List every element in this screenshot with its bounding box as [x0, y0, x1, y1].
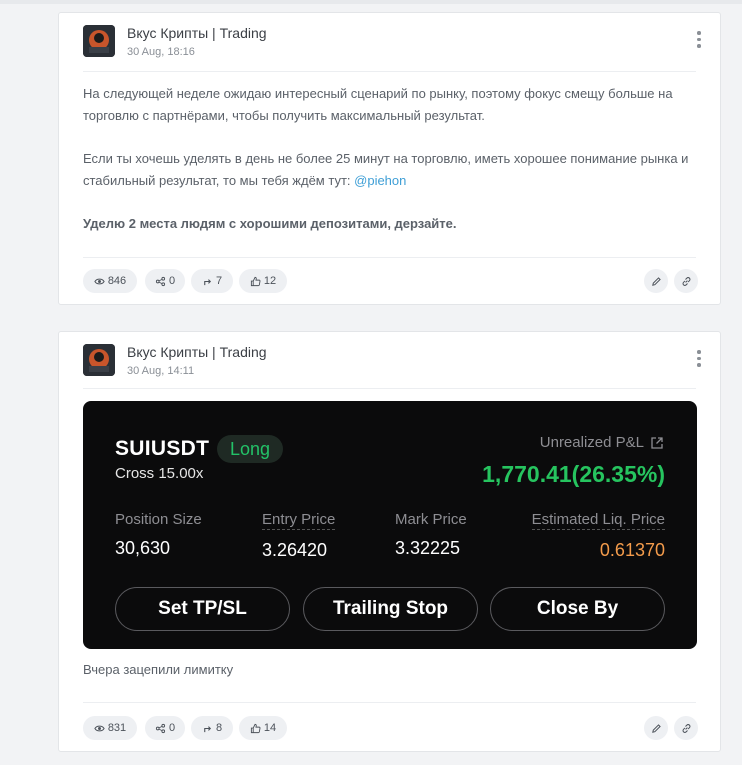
post-text: На следующей неделе ожидаю интересный сц…: [83, 83, 696, 256]
share-icon: [155, 276, 166, 286]
shares-counter[interactable]: 0: [145, 269, 185, 293]
thumbs-up-icon: [250, 723, 261, 733]
author-name[interactable]: Вкус Крипты | Trading: [127, 25, 267, 41]
post-card: Вкус Крипты | Trading 30 Aug, 14:11 SUIU…: [58, 331, 721, 752]
channel-avatar[interactable]: [83, 344, 115, 376]
post-paragraph-bold: Уделю 2 места людям с хорошими депозитам…: [83, 216, 457, 231]
pnl-label: Unrealized P&L: [539, 434, 644, 451]
post-paragraph: На следующей неделе ожидаю интересный сц…: [83, 86, 673, 123]
forward-icon: [204, 278, 211, 285]
entry-price-label: Entry Price: [262, 511, 336, 530]
divider: [83, 71, 696, 72]
trailing-stop-button[interactable]: Trailing Stop: [303, 587, 478, 631]
edit-icon: [651, 723, 661, 733]
external-link-icon: [651, 436, 663, 449]
shares-count: 0: [168, 275, 176, 287]
mention-link[interactable]: @piehon: [354, 173, 406, 188]
position-side-badge: Long: [217, 435, 284, 463]
views-count: 831: [107, 722, 127, 734]
author-name[interactable]: Вкус Крипты | Trading: [127, 344, 267, 360]
shares-counter[interactable]: 0: [145, 716, 185, 740]
copy-link-button[interactable]: [674, 269, 698, 293]
mark-price-label: Mark Price: [395, 511, 467, 528]
divider: [83, 388, 696, 389]
divider: [83, 257, 696, 258]
post-caption: Вчера зацепили лимитку: [83, 662, 234, 677]
forwards-counter[interactable]: 7: [191, 269, 233, 293]
more-vertical-icon[interactable]: [696, 350, 702, 370]
post-paragraph: Если ты хочешь уделять в день не более 2…: [83, 148, 696, 192]
views-count: 846: [107, 275, 127, 287]
post-date: 30 Aug, 14:11: [127, 365, 195, 377]
liq-price-value: 0.61370: [599, 540, 665, 560]
share-icon: [155, 723, 166, 733]
post-header: Вкус Крипты | Trading 30 Aug, 14:11: [83, 344, 720, 380]
liq-price-label: Estimated Liq. Price: [531, 511, 665, 530]
mark-price-value: 3.32225: [395, 538, 461, 558]
trade-symbol: SUIUSDT: [115, 437, 210, 460]
pnl-value: 1,770.41(26.35%): [482, 461, 665, 487]
post-footer: 846 0 7 12: [83, 269, 698, 293]
edit-button[interactable]: [644, 269, 668, 293]
post-card: Вкус Крипты | Trading 30 Aug, 18:16 На с…: [58, 12, 721, 305]
set-tp-sl-button[interactable]: Set TP/SL: [115, 587, 290, 631]
divider: [83, 702, 696, 703]
eye-icon: [94, 278, 105, 284]
forwards-counter[interactable]: 8: [191, 716, 233, 740]
post-date: 30 Aug, 18:16: [127, 46, 195, 58]
forwards-count: 8: [215, 722, 223, 734]
post-header: Вкус Крипты | Trading 30 Aug, 18:16: [83, 25, 720, 61]
entry-price-value: 3.26420: [262, 540, 328, 560]
views-counter[interactable]: 831: [83, 716, 137, 740]
position-size-label: Position Size: [115, 511, 202, 528]
margin-mode: Cross 15.00x: [115, 465, 204, 482]
forwards-count: 7: [215, 275, 223, 287]
link-icon: [682, 276, 690, 286]
trade-screenshot[interactable]: SUIUSDT Long Cross 15.00x Unrealized P&L…: [83, 401, 697, 649]
likes-counter[interactable]: 14: [239, 716, 287, 740]
likes-count: 12: [263, 275, 277, 287]
channel-avatar[interactable]: [83, 25, 115, 57]
edit-button[interactable]: [644, 716, 668, 740]
close-by-button[interactable]: Close By: [490, 587, 665, 631]
thumbs-up-icon: [250, 276, 261, 286]
eye-icon: [94, 725, 105, 731]
post-footer: 831 0 8 14: [83, 716, 698, 740]
copy-link-button[interactable]: [674, 716, 698, 740]
likes-counter[interactable]: 12: [239, 269, 287, 293]
pnl-label-row: Unrealized P&L: [540, 434, 664, 451]
views-counter[interactable]: 846: [83, 269, 137, 293]
more-vertical-icon[interactable]: [696, 31, 702, 51]
edit-icon: [651, 276, 661, 286]
likes-count: 14: [263, 722, 277, 734]
link-icon: [682, 723, 690, 733]
position-size-value: 30,630: [115, 538, 171, 558]
forward-icon: [204, 725, 211, 732]
top-scroll-bar: [0, 0, 742, 4]
shares-count: 0: [168, 722, 176, 734]
